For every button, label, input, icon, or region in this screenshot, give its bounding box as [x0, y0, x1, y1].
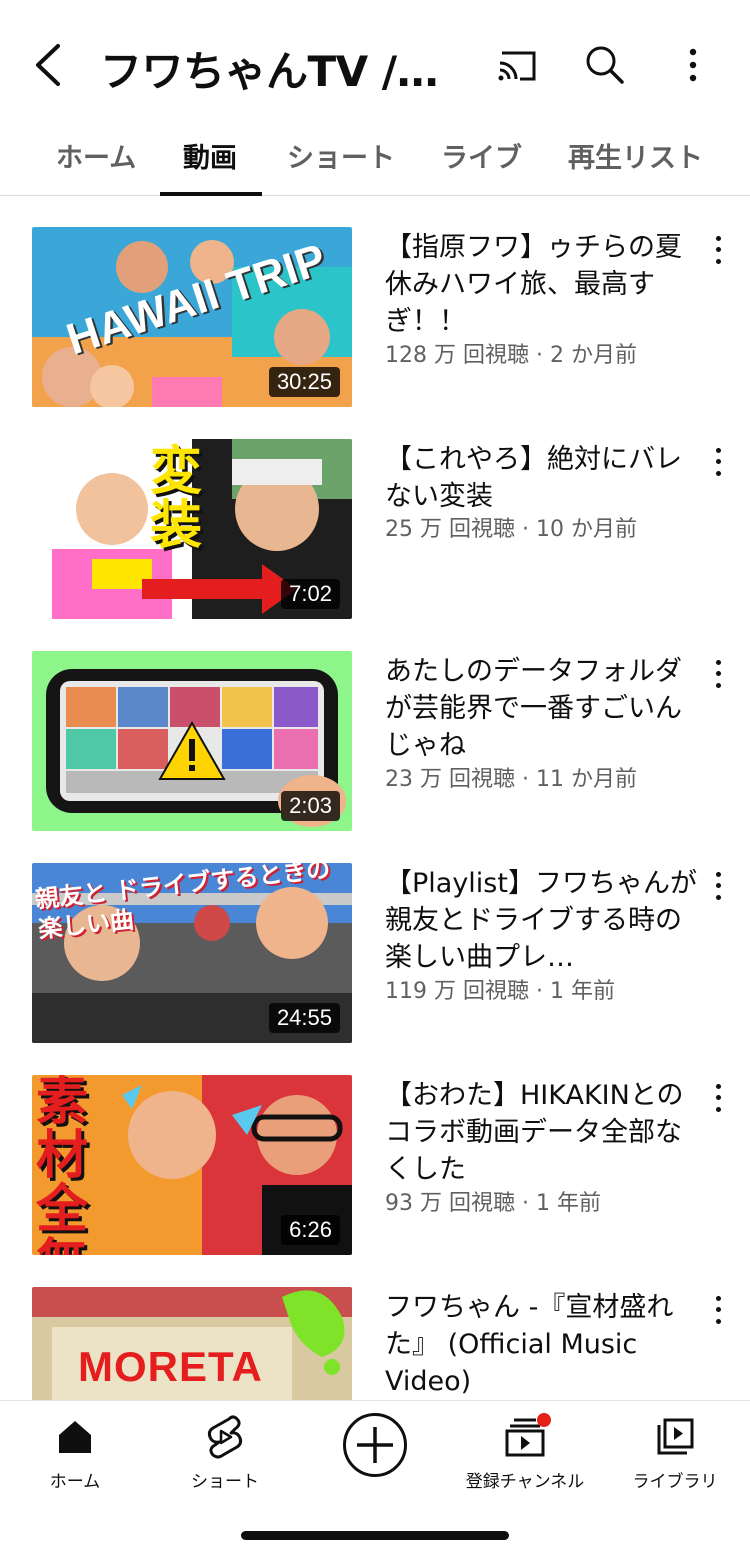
thumbnail-caption: 変装	[150, 442, 203, 556]
video-more-button[interactable]	[706, 1293, 730, 1327]
cast-icon	[498, 51, 536, 81]
library-icon	[657, 1418, 694, 1455]
create-button[interactable]	[343, 1413, 407, 1477]
cast-button[interactable]	[493, 40, 543, 90]
video-meta: 119 万 回視聴 · 1 年前	[385, 979, 615, 1004]
video-item[interactable]: MORETA フワちゃん -『宣材盛れた』 (Official Music Vi…	[0, 1287, 750, 1400]
more-vert-icon	[689, 48, 697, 82]
video-meta: 25 万 回視聴 · 10 か月前	[385, 517, 637, 542]
video-thumbnail[interactable]: MORETA	[32, 1287, 352, 1400]
tab-playlists[interactable]: 再生リスト	[568, 136, 703, 175]
tab-home[interactable]: ホーム	[56, 136, 136, 175]
video-item[interactable]: 素材 全無く! 6:26 【おわた】HIKAKINとのコラボ動画データ全部なくし…	[0, 1075, 750, 1255]
video-more-button[interactable]	[706, 869, 730, 903]
video-title[interactable]: あたしのデータフォルダが芸能界で一番すごいんじゃね	[385, 653, 700, 764]
home-icon	[59, 1421, 91, 1453]
channel-tabs: ホーム 動画 ショート ライブ 再生リスト	[0, 118, 750, 196]
video-more-button[interactable]	[706, 233, 730, 267]
video-item[interactable]: 2:03 あたしのデータフォルダが芸能界で一番すごいんじゃね 23 万 回視聴 …	[0, 651, 750, 831]
video-thumbnail[interactable]: HAWAII TRIP 30:25	[32, 227, 352, 407]
video-list: HAWAII TRIP 30:25 【指原フワ】ゥチらの夏休みハワイ旅、最高すぎ…	[0, 197, 750, 1400]
nav-subscriptions-label: 登録チャンネル	[465, 1472, 585, 1492]
back-button[interactable]	[30, 42, 70, 88]
video-item[interactable]: 親友と ドライブするときの 楽しい曲 24:55 【Playlist】フワちゃん…	[0, 863, 750, 1043]
nav-shorts[interactable]: ショート	[150, 1415, 300, 1495]
notification-dot	[537, 1413, 551, 1427]
video-thumbnail[interactable]: 親友と ドライブするときの 楽しい曲 24:55	[32, 863, 352, 1043]
thumbnail-caption: MORETA	[78, 1343, 263, 1390]
video-item[interactable]: HAWAII TRIP 30:25 【指原フワ】ゥチらの夏休みハワイ旅、最高すぎ…	[0, 227, 750, 407]
video-thumbnail[interactable]: 2:03	[32, 651, 352, 831]
back-chevron-icon	[36, 44, 60, 86]
video-duration: 7:02	[281, 579, 340, 609]
video-meta: 128 万 回視聴 · 2 か月前	[385, 343, 637, 368]
video-title[interactable]: 【Playlist】フワちゃんが親友とドライブする時の楽しい曲プレ…	[385, 865, 700, 976]
active-tab-indicator	[160, 192, 262, 196]
video-meta: 93 万 回視聴 · 1 年前	[385, 1191, 601, 1216]
shorts-icon	[207, 1415, 243, 1459]
app-header: フワちゃんTV /F...	[0, 0, 750, 130]
video-duration: 2:03	[281, 791, 340, 821]
tab-videos[interactable]: 動画	[183, 136, 237, 175]
channel-title: フワちゃんTV /F...	[100, 47, 460, 96]
nav-shorts-label: ショート	[191, 1472, 259, 1492]
tab-live[interactable]: ライブ	[441, 136, 522, 175]
video-title[interactable]: フワちゃん -『宣材盛れた』 (Official Music Video)	[385, 1289, 700, 1400]
thumbnail-caption: 素材 全無く!	[36, 1075, 89, 1255]
home-indicator	[241, 1531, 509, 1540]
nav-library[interactable]: ライブラリ	[600, 1415, 750, 1495]
video-duration: 24:55	[268, 1003, 340, 1033]
video-thumbnail[interactable]: 素材 全無く! 6:26	[32, 1075, 352, 1255]
video-duration: 6:26	[281, 1215, 340, 1245]
search-icon	[586, 46, 624, 84]
nav-home-label: ホーム	[49, 1472, 101, 1492]
video-title[interactable]: 【これやろ】絶対にバレない変装	[385, 441, 700, 515]
video-more-button[interactable]	[706, 1081, 730, 1115]
video-title[interactable]: 【指原フワ】ゥチらの夏休みハワイ旅、最高すぎ！！	[385, 229, 700, 340]
nav-library-label: ライブラリ	[632, 1472, 718, 1492]
create-plus-icon	[357, 1427, 393, 1463]
video-item[interactable]: 変装 7:02 【これやろ】絶対にバレない変装 25 万 回視聴 · 10 か月…	[0, 439, 750, 619]
video-thumbnail[interactable]: 変装 7:02	[32, 439, 352, 619]
video-title[interactable]: 【おわた】HIKAKINとのコラボ動画データ全部なくした	[385, 1077, 700, 1188]
tab-shorts[interactable]: ショート	[287, 136, 395, 175]
nav-home[interactable]: ホーム	[0, 1415, 150, 1495]
more-options-button[interactable]	[668, 40, 718, 90]
video-more-button[interactable]	[706, 445, 730, 479]
video-meta: 23 万 回視聴 · 11 か月前	[385, 767, 637, 792]
search-button[interactable]	[580, 40, 630, 90]
bottom-navigation: ホーム ショート 登録チャンネル ライブラリ	[0, 1400, 750, 1557]
nav-subscriptions[interactable]: 登録チャンネル	[450, 1413, 600, 1495]
video-duration: 30:25	[268, 367, 340, 397]
video-more-button[interactable]	[706, 657, 730, 691]
